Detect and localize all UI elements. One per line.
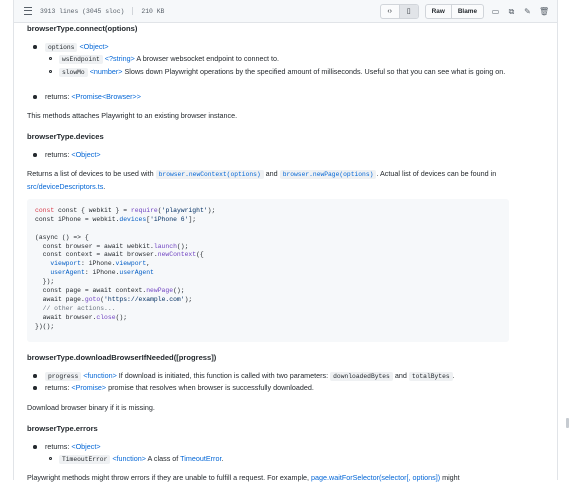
code-line: const page = await context.newPage(); bbox=[35, 287, 185, 295]
copy-icon[interactable]: ⧉ bbox=[507, 7, 516, 17]
description: This methods attaches Playwright to an e… bbox=[27, 111, 238, 120]
code-link[interactable]: browser.newContext(options) bbox=[155, 170, 264, 179]
method-link[interactable]: page.waitForSelector(selector[, options]… bbox=[311, 473, 440, 482]
code-block: const const { webkit } = require('playwr… bbox=[27, 199, 509, 342]
code-line: const browser = await webkit.launch(); bbox=[35, 242, 189, 250]
type-link[interactable]: <function> bbox=[83, 371, 117, 380]
source-link[interactable]: src/deviceDescriptors.ts bbox=[27, 182, 103, 191]
inline-code: totalBytes bbox=[408, 372, 453, 381]
file-actions: ‹› ▯ Raw Blame ▭ ⧉ ✎ 🗑︎ bbox=[379, 4, 549, 19]
raw-button[interactable]: Raw bbox=[426, 5, 451, 18]
heading-download[interactable]: browserType.downloadBrowserIfNeeded([pro… bbox=[27, 353, 216, 362]
code-line: // other actions... bbox=[35, 304, 116, 312]
type-link[interactable]: <Promise> bbox=[71, 383, 106, 392]
blame-button[interactable]: Blame bbox=[450, 5, 483, 18]
desktop-icon[interactable]: ▭ bbox=[491, 7, 500, 16]
document-view-icon[interactable]: ▯ bbox=[398, 5, 418, 18]
list-item: returns: <Promise> promise that resolves… bbox=[33, 383, 314, 392]
list-item: TimeoutError <function> A class of Timeo… bbox=[49, 453, 519, 466]
line-count: 3913 lines (3045 sloc) bbox=[40, 7, 125, 15]
type-link[interactable]: <Promise<Browser>> bbox=[71, 92, 141, 101]
raw-blame-group: Raw Blame bbox=[424, 4, 484, 19]
inline-code: TimeoutError bbox=[59, 455, 111, 464]
inline-code: slowMo bbox=[59, 68, 88, 77]
timeout-error-link[interactable]: TimeoutError bbox=[180, 454, 221, 463]
inline-code: options bbox=[45, 43, 78, 52]
code-line: await browser.close(); bbox=[35, 313, 128, 321]
list-item: progress <function> If download is initi… bbox=[33, 370, 455, 383]
description: Returns a list of devices to be used wit… bbox=[27, 169, 497, 191]
description: Download browser binary if it is missing… bbox=[27, 403, 155, 412]
type-link[interactable]: <Object> bbox=[79, 42, 108, 51]
code-link[interactable]: browser.newPage(options) bbox=[279, 170, 377, 179]
type-link[interactable]: <Object> bbox=[71, 150, 100, 159]
lines-icon bbox=[24, 7, 32, 15]
inline-code: progress bbox=[45, 372, 82, 381]
description: A browser websocket endpoint to connect … bbox=[134, 54, 280, 63]
code-line: userAgent: iPhone.userAgent bbox=[35, 269, 154, 277]
list-item: options <Object> bbox=[33, 41, 109, 54]
code-line: })(); bbox=[35, 322, 55, 330]
type-link[interactable]: <Object> bbox=[71, 442, 100, 451]
divider bbox=[132, 7, 134, 15]
scrollbar-marker[interactable] bbox=[566, 418, 569, 428]
inline-code: downloadedBytes bbox=[330, 372, 393, 381]
heading-errors[interactable]: browserType.errors bbox=[27, 424, 98, 433]
file-header: 3913 lines (3045 sloc) 210 KB ‹› ▯ Raw B… bbox=[14, 0, 557, 23]
type-link[interactable]: <function> bbox=[112, 454, 146, 463]
code-line: const const { webkit } = require('playwr… bbox=[35, 207, 216, 214]
code-line: await page.goto('https://example.com'); bbox=[35, 295, 193, 303]
returns-label: returns: bbox=[45, 383, 72, 392]
code-line: viewport: iPhone.viewport, bbox=[35, 260, 151, 268]
heading-devices[interactable]: browserType.devices bbox=[27, 132, 104, 141]
inline-code: wsEndpoint bbox=[59, 55, 103, 64]
type-link[interactable]: <?string> bbox=[105, 54, 135, 63]
returns-label: returns: bbox=[45, 92, 72, 101]
heading-connect[interactable]: browserType.connect(options) bbox=[27, 24, 137, 33]
code-line: const context = await browser.newContext… bbox=[35, 251, 204, 259]
list-item: slowMo <number> Slows down Playwright op… bbox=[49, 66, 519, 79]
code-view-icon[interactable]: ‹› bbox=[381, 5, 399, 18]
code-line: }); bbox=[35, 278, 55, 286]
code-line: const iPhone = webkit.devices['iPhone 6'… bbox=[35, 215, 197, 223]
list-item: returns: <Object> bbox=[33, 441, 101, 453]
pencil-icon[interactable]: ✎ bbox=[523, 7, 532, 16]
type-link[interactable]: <number> bbox=[90, 67, 123, 76]
list-item: wsEndpoint <?string> A browser websocket… bbox=[49, 53, 519, 66]
list-item: returns: <Object> bbox=[33, 149, 101, 161]
description: Slows down Playwright operations by the … bbox=[122, 67, 506, 76]
view-toggle: ‹› ▯ bbox=[379, 4, 419, 19]
file-info: 3913 lines (3045 sloc) 210 KB bbox=[24, 7, 164, 15]
returns-label: returns: bbox=[45, 442, 72, 451]
list-item: returns: <Promise<Browser>> bbox=[33, 91, 141, 103]
trash-icon[interactable]: 🗑︎ bbox=[539, 7, 549, 16]
description: Playwright methods might throw errors if… bbox=[27, 473, 460, 482]
code-line: (async () => { bbox=[35, 233, 89, 241]
returns-label: returns: bbox=[45, 150, 72, 159]
file-size: 210 KB bbox=[141, 7, 165, 15]
